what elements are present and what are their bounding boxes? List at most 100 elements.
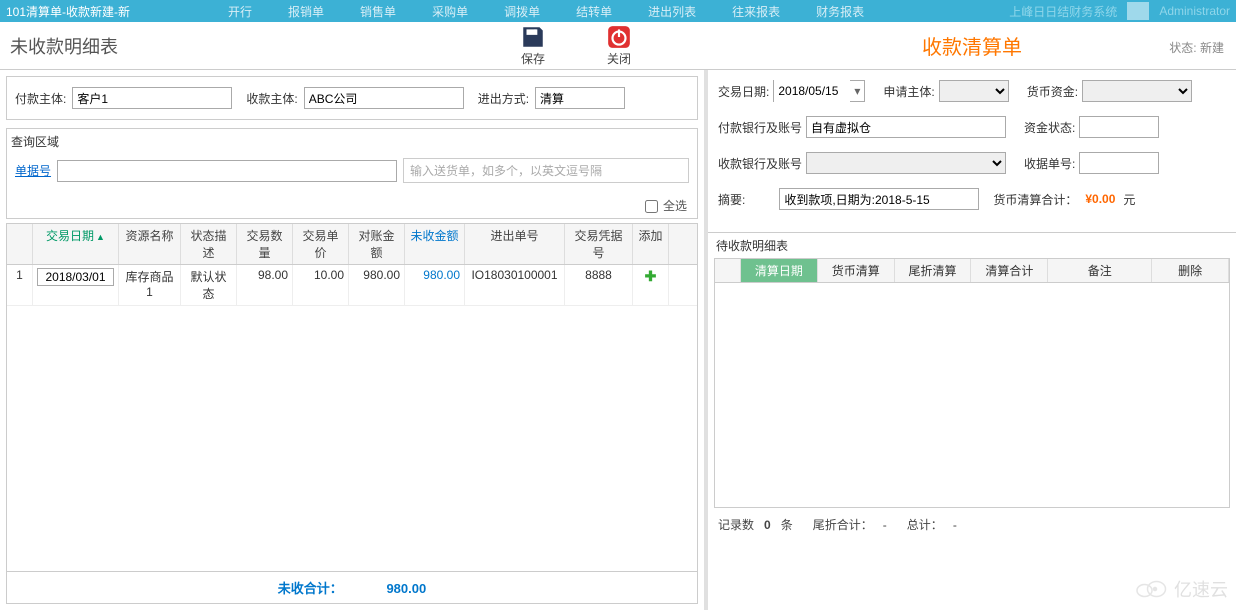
total-value: - xyxy=(953,518,957,532)
avatar[interactable] xyxy=(1127,2,1149,20)
currency-total-value: ¥0.00 xyxy=(1085,192,1115,206)
fund-status-label: 资金状态: xyxy=(1024,119,1075,136)
doc-no-link[interactable]: 单据号 xyxy=(15,162,51,179)
pending-grid: 清算日期 货币清算 尾折清算 清算合计 备注 删除 xyxy=(714,258,1230,508)
save-button[interactable]: 保存 xyxy=(520,24,546,67)
applicant-select[interactable] xyxy=(939,80,1009,102)
watermark: 亿速云 xyxy=(1134,576,1228,602)
payer-input[interactable] xyxy=(72,87,232,109)
left-panel: 付款主体: 收款主体: 进出方式: 查询区域 单据号 输入送货单，如多个，以英文… xyxy=(0,70,708,610)
col-io[interactable]: 进出单号 xyxy=(465,224,565,264)
chevron-down-icon[interactable]: ▾ xyxy=(850,84,864,98)
currency-total-label: 货币清算合计： xyxy=(993,191,1077,208)
recv-bank-select[interactable] xyxy=(806,152,1006,174)
summary-input[interactable] xyxy=(779,188,979,210)
status-badge: 状态: 新建 xyxy=(1169,39,1224,56)
header: 未收款明细表 保存 关闭 收款清算单 状态: 新建 xyxy=(0,22,1236,70)
pcol-delete[interactable]: 删除 xyxy=(1152,259,1229,282)
pay-bank-input[interactable] xyxy=(806,116,1006,138)
currency-unit: 元 xyxy=(1123,191,1135,208)
select-all-label: 全选 xyxy=(663,199,687,213)
query-title: 查询区域 xyxy=(7,131,697,152)
nav-item[interactable]: 销售单 xyxy=(342,3,414,20)
pay-bank-label: 付款银行及账号 xyxy=(718,119,802,136)
inout-input[interactable] xyxy=(535,87,625,109)
summary-label: 摘要: xyxy=(718,191,745,208)
close-icon xyxy=(606,24,632,50)
cell-res: 库存商品1 xyxy=(119,265,181,305)
cell-qty: 98.00 xyxy=(237,265,293,305)
page-title-right: 收款清算单 xyxy=(922,31,1022,60)
recv-bank-label: 收款银行及账号 xyxy=(718,155,802,172)
receipt-no-label: 收据单号: xyxy=(1024,155,1075,172)
window-title: 101清算单-收款新建-新 xyxy=(6,3,130,20)
tail-value: - xyxy=(883,518,887,532)
col-res[interactable]: 资源名称 xyxy=(119,224,181,264)
col-price[interactable]: 交易单价 xyxy=(293,224,349,264)
pcol-total[interactable]: 清算合计 xyxy=(971,259,1048,282)
records-label: 记录数 xyxy=(718,518,754,532)
receipt-no-input[interactable] xyxy=(1079,152,1159,174)
nav-item[interactable]: 进出列表 xyxy=(630,3,714,20)
fund-status-input[interactable] xyxy=(1079,116,1159,138)
left-form: 付款主体: 收款主体: 进出方式: xyxy=(6,76,698,120)
pending-grid-header: 清算日期 货币清算 尾折清算 清算合计 备注 删除 xyxy=(715,259,1229,283)
nav-item[interactable]: 开行 xyxy=(210,3,270,20)
cell-date[interactable] xyxy=(33,265,119,305)
col-qty[interactable]: 交易数量 xyxy=(237,224,293,264)
currency-fund-label: 货币资金: xyxy=(1027,83,1078,100)
records-value: 0 xyxy=(764,518,771,532)
inout-label: 进出方式: xyxy=(478,90,529,107)
pcol-currency[interactable]: 货币清算 xyxy=(818,259,895,282)
cell-price: 10.00 xyxy=(293,265,349,305)
col-add[interactable]: 添加 xyxy=(633,224,669,264)
col-unpaid[interactable]: 未收金额 xyxy=(405,224,465,264)
applicant-label: 申请主体: xyxy=(883,83,934,100)
col-date[interactable]: 交易日期▲ xyxy=(33,224,119,264)
col-blank xyxy=(7,224,33,264)
row-index: 1 xyxy=(7,265,33,305)
nav-item[interactable]: 报销单 xyxy=(270,3,342,20)
topbar-right: 上峰日日结财务系统 Administrator xyxy=(1009,2,1230,20)
col-voucher[interactable]: 交易凭据号 xyxy=(565,224,633,264)
close-button[interactable]: 关闭 xyxy=(606,24,632,67)
pcol-tail[interactable]: 尾折清算 xyxy=(895,259,972,282)
cloud-icon xyxy=(1134,579,1170,599)
trade-date-label: 交易日期: xyxy=(718,83,769,100)
user-label[interactable]: Administrator xyxy=(1159,4,1230,18)
nav-item[interactable]: 采购单 xyxy=(414,3,486,20)
pcol-date[interactable]: 清算日期 xyxy=(741,259,818,282)
top-nav: 开行 报销单 销售单 采购单 调拨单 结转单 进出列表 往来报表 财务报表 xyxy=(210,3,882,20)
sort-asc-icon: ▲ xyxy=(96,232,105,242)
right-panel: 交易日期: ▾ 申请主体: 货币资金: 付款银行及账号 资金状态: 收款银行及账… xyxy=(708,70,1236,610)
pending-footer: 记录数 0 条 尾折合计： - 总计： - xyxy=(708,508,1236,541)
query-section: 查询区域 单据号 输入送货单，如多个，以英文逗号隔 全选 xyxy=(6,128,698,219)
cell-io: IO18030100001 xyxy=(465,265,565,305)
unpaid-grid: 交易日期▲ 资源名称 状态描述 交易数量 交易单价 对账金额 未收金额 进出单号… xyxy=(6,223,698,604)
currency-fund-select[interactable] xyxy=(1082,80,1192,102)
trade-date-input[interactable]: ▾ xyxy=(773,80,865,102)
col-status[interactable]: 状态描述 xyxy=(181,224,237,264)
col-amt[interactable]: 对账金额 xyxy=(349,224,405,264)
cell-status: 默认状态 xyxy=(181,265,237,305)
payee-label: 收款主体: xyxy=(246,90,297,107)
plus-icon[interactable]: ✚ xyxy=(645,268,657,284)
select-all-checkbox[interactable] xyxy=(645,200,658,213)
payee-input[interactable] xyxy=(304,87,464,109)
pending-section: 待收款明细表 清算日期 货币清算 尾折清算 清算合计 备注 删除 记录数 0 条 xyxy=(708,232,1236,541)
cell-add[interactable]: ✚ xyxy=(633,265,669,305)
save-icon xyxy=(520,24,546,50)
nav-item[interactable]: 往来报表 xyxy=(714,3,798,20)
tail-label: 尾折合计： xyxy=(813,518,873,532)
foot-label: 未收合计： xyxy=(278,581,343,596)
pcol-remark[interactable]: 备注 xyxy=(1048,259,1152,282)
save-label: 保存 xyxy=(521,50,545,67)
doc-no-input[interactable] xyxy=(57,160,397,182)
nav-item[interactable]: 财务报表 xyxy=(798,3,882,20)
close-label: 关闭 xyxy=(607,50,631,67)
cell-voucher: 8888 xyxy=(565,265,633,305)
table-row[interactable]: 1 库存商品1 默认状态 98.00 10.00 980.00 980.00 I… xyxy=(7,265,697,306)
nav-item[interactable]: 结转单 xyxy=(558,3,630,20)
nav-item[interactable]: 调拨单 xyxy=(486,3,558,20)
pcol-blank xyxy=(715,259,741,282)
